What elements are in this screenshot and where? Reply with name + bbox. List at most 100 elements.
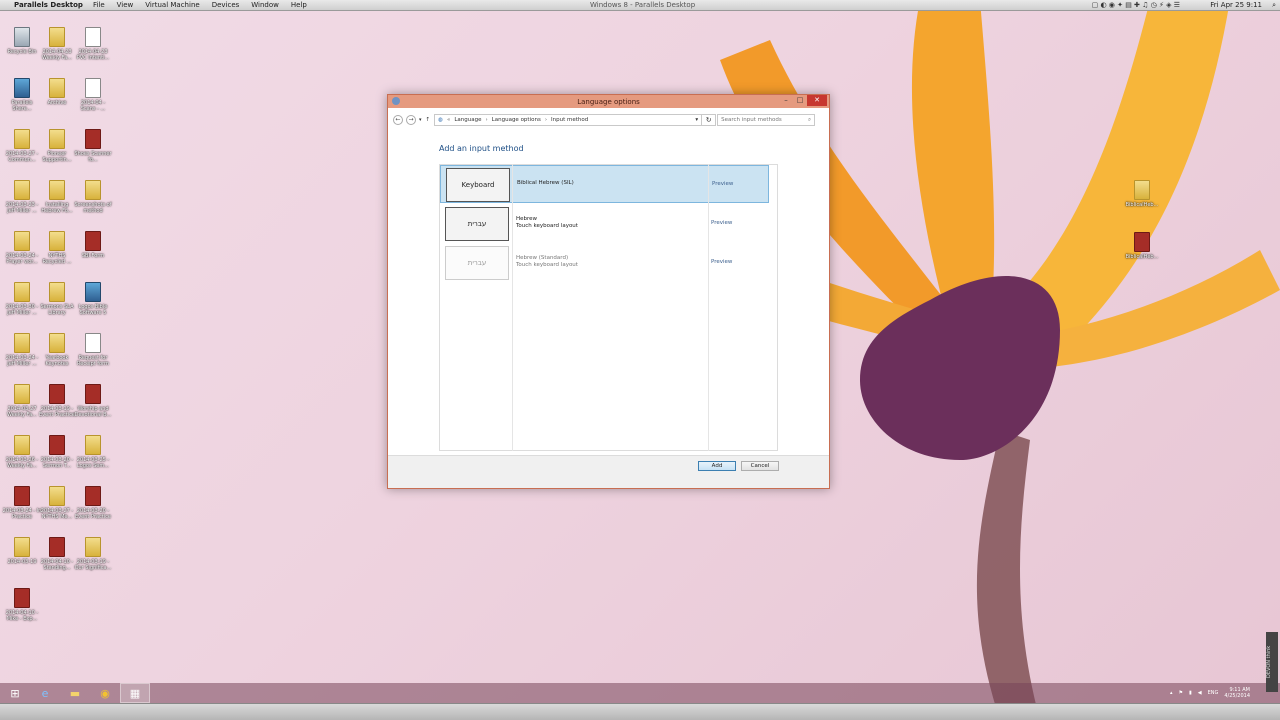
back-icon[interactable]: ← [393, 115, 403, 125]
desktop-icon-label: Screenshots of method [74, 202, 112, 214]
desktop-icon[interactable]: Pioneer Supportin... [37, 129, 77, 163]
internet-explorer-icon[interactable]: e [30, 683, 60, 703]
refresh-icon[interactable]: ↻ [702, 114, 717, 126]
file-explorer-icon[interactable]: ▬ [60, 683, 90, 703]
address-bar: ← → ▾ ↑ ◍ « Language › Language options … [393, 112, 824, 128]
desktop-icon[interactable]: SBI Form [73, 231, 113, 259]
desktop-icon[interactable]: Worship and Devotional B... [73, 384, 113, 418]
desktop-icon[interactable]: 2014-03-25 - Logos Sem... [73, 435, 113, 469]
close-button[interactable]: ✕ [807, 95, 827, 106]
menubar-status-icons[interactable]: ▢ ◐ ◉ ✦ ▤ ✚ ♫ ◷ ⚡ ◈ ☰ [1092, 1, 1180, 9]
preview-link[interactable]: Preview [711, 220, 732, 226]
desktop-icon[interactable]: 2014-03-19 [2, 537, 42, 565]
desktop-icon[interactable]: BiblicalHeb... [1122, 180, 1162, 208]
input-method-row-hebrew[interactable]: עברית Hebrew Touch keyboard layout Previ… [440, 205, 769, 243]
desktop-icon-label: 2014-03-27 Weekly Fa... [7, 406, 37, 418]
desktop-icon[interactable]: 2014-03-19 - Event Practice [37, 384, 77, 418]
control-panel-taskbar-icon[interactable]: ▦ [120, 683, 150, 703]
desktop-icon[interactable]: BiblicalHeb... [1122, 232, 1162, 260]
desktop-icon[interactable]: Installing Hebrew Fo... [37, 180, 77, 214]
breadcrumb-input-method[interactable]: Input method [551, 117, 588, 123]
recent-dropdown-icon[interactable]: ▾ [419, 117, 422, 123]
search-icon[interactable]: ⌕ [808, 117, 811, 124]
preview-link[interactable]: Preview [712, 181, 733, 187]
desktop-icon[interactable]: 2014-03-30 - Jeff Miller ... [2, 282, 42, 316]
menu-window[interactable]: Window [251, 1, 279, 9]
desktop-icon-label: Parallels Share... [11, 100, 33, 112]
desktop-icon[interactable]: 2014-03-19 - Our Significa... [73, 537, 113, 571]
desktop-icon-label: Installing Hebrew Fo... [41, 202, 73, 214]
tray-clock[interactable]: 9:11 AM 4/25/2014 [1224, 687, 1250, 699]
menu-file[interactable]: File [93, 1, 105, 9]
desktop-icon[interactable]: 2014-03-27 Weekly Fa... [2, 384, 42, 418]
row-name: Hebrew (Standard) Touch keyboard layout [516, 255, 578, 269]
desktop-icon[interactable]: Screenshots of method [73, 180, 113, 214]
spotlight-icon[interactable]: ⌕ [1272, 1, 1276, 10]
pdf-icon [85, 486, 101, 506]
desktop-icon[interactable]: Archive [37, 78, 77, 106]
preview-link[interactable]: Preview [711, 259, 732, 265]
row-name-sub: Touch keyboard layout [516, 223, 578, 229]
desktop-icon[interactable]: Sermons SLA Library [37, 282, 77, 316]
desktop-icon[interactable]: 2014-04-10 - Standing... [37, 537, 77, 571]
desktop-icon[interactable]: 2014-03-26 - Weekly Fa... [2, 435, 42, 469]
tray-overflow-icon[interactable]: ▴ [1170, 690, 1173, 696]
desktop-icon[interactable]: 2014-03-24 - In Practice [2, 486, 42, 520]
folder-icon [14, 231, 30, 251]
desktop-icon[interactable]: 2014-03-20 - Sermon T... [37, 435, 77, 469]
desktop-icon[interactable]: NYTHS Recycled ... [37, 231, 77, 265]
menubar-clock[interactable]: Fri Apr 25 9:11 [1210, 1, 1262, 9]
desktop-icon[interactable]: 2014-04 - Scans - ... [73, 78, 113, 112]
menu-help[interactable]: Help [291, 1, 307, 9]
tray-flag-icon[interactable]: ⚑ [1178, 690, 1182, 696]
window-titlebar[interactable]: Language options – □ ✕ [388, 95, 829, 108]
chrome-icon[interactable]: ◉ [90, 683, 120, 703]
desktop-icon-label: 2014-03-27 - NYTHS Me... [40, 508, 74, 520]
mac-menubar: Parallels Desktop File View Virtual Mach… [0, 0, 1280, 11]
tray-network-icon[interactable]: ▮ [1189, 690, 1192, 696]
folder-icon [14, 333, 30, 353]
devonthink-side-widget[interactable]: DEVON think [1266, 632, 1278, 692]
desktop-icon[interactable]: 2014-03-24 - Prayer wor... [2, 231, 42, 265]
desktop-icon[interactable]: Logos Bible Software 5 [73, 282, 113, 316]
desktop-icon[interactable]: Parallels Share... [2, 78, 42, 112]
input-method-row-hebrew-standard[interactable]: עברית Hebrew (Standard) Touch keyboard l… [440, 244, 769, 282]
desktop-icon[interactable]: 2014-03-24 - Jeff Miller ... [2, 333, 42, 367]
desktop-icon[interactable]: Yearbook Keynotes [37, 333, 77, 367]
desktop-icon[interactable]: Recycle Bin [2, 27, 42, 55]
breadcrumb[interactable]: ◍ « Language › Language options › Input … [434, 114, 703, 126]
desktop-icon[interactable]: 2014-03-27 - NYTHS Me... [37, 486, 77, 520]
input-method-row-biblical-hebrew[interactable]: Keyboard Biblical Hebrew (SIL) Preview [440, 165, 769, 203]
path-dropdown-icon[interactable]: ▾ [695, 117, 698, 123]
desktop-icon[interactable]: 2014-03-27 - Commun... [2, 129, 42, 163]
app-name-menu[interactable]: Parallels Desktop [14, 1, 83, 9]
cancel-button[interactable]: Cancel [741, 461, 779, 471]
add-button[interactable]: Add [698, 461, 736, 471]
desktop-icon[interactable]: Shoes Scanner fo... [73, 129, 113, 163]
menu-virtual-machine[interactable]: Virtual Machine [145, 1, 199, 9]
desktop-icon[interactable]: 2014-03-20 - Event Practice [73, 486, 113, 520]
up-icon[interactable]: ↑ [426, 117, 431, 123]
desktop-icon-label: 2014-03-24 - Prayer wor... [5, 253, 39, 265]
tray-date: 4/25/2014 [1224, 693, 1250, 699]
folder-icon [49, 129, 65, 149]
menu-devices[interactable]: Devices [212, 1, 240, 9]
desktop-icon[interactable]: 2014-04-23 PVC Intenti... [73, 27, 113, 61]
minimize-button[interactable]: – [779, 95, 793, 106]
desktop-icon-label: Request for Receipt form [77, 355, 109, 367]
desktop-icon[interactable]: 2014-03-23 - Jeff Miller ... [2, 180, 42, 214]
desktop-icon[interactable]: 2014-04-23 Weekly Fa... [37, 27, 77, 61]
search-input[interactable]: Search input methods ⌕ [717, 114, 816, 126]
forward-icon[interactable]: → [406, 115, 416, 125]
breadcrumb-language[interactable]: Language [454, 117, 481, 123]
desktop-icon[interactable]: 2014-04-10 - Mike - Exp... [2, 588, 42, 622]
maximize-button[interactable]: □ [793, 95, 807, 106]
start-button-icon[interactable]: ⊞ [0, 683, 30, 703]
tray-volume-icon[interactable]: ◀ [1198, 690, 1202, 696]
tray-language[interactable]: ENG [1208, 690, 1219, 696]
folder-icon [49, 486, 65, 506]
input-method-list: Keyboard Biblical Hebrew (SIL) Preview ע… [439, 164, 778, 451]
menu-view[interactable]: View [117, 1, 134, 9]
desktop-icon[interactable]: Request for Receipt form [73, 333, 113, 367]
breadcrumb-language-options[interactable]: Language options [492, 117, 541, 123]
